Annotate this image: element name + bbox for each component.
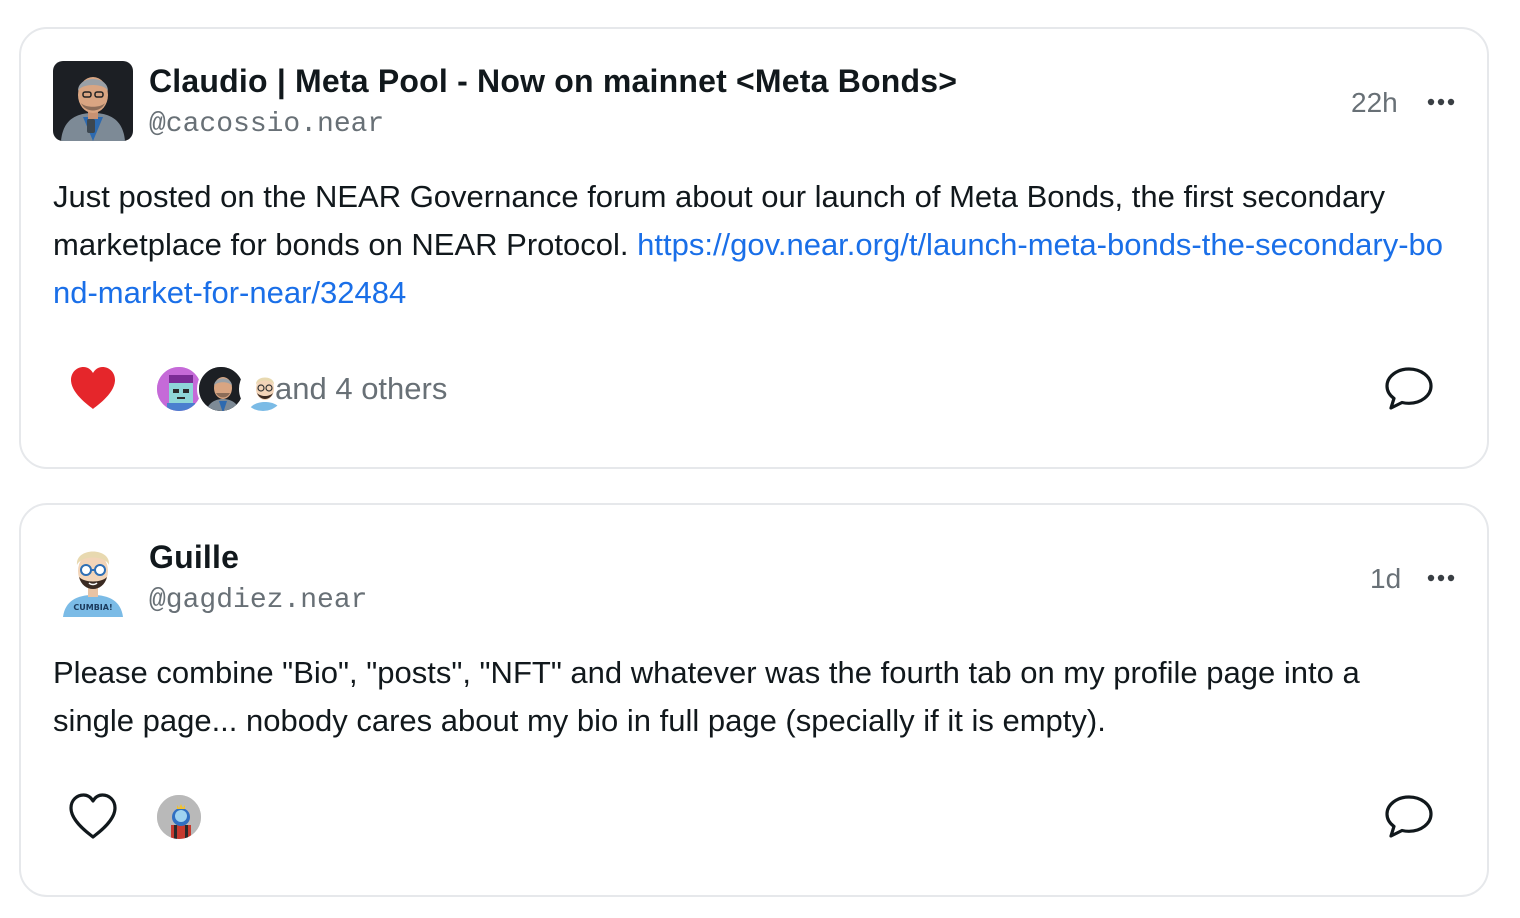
more-dots-icon[interactable] [1425,95,1457,107]
author-handle[interactable]: @gagdiez.near [149,585,367,616]
post-content: Please combine "Bio", "posts", "NFT" and… [53,649,1443,745]
author-name[interactable]: Guille [149,539,239,576]
post-feed: Claudio | Meta Pool - Now on mainnet <Me… [0,0,1520,918]
post-actions [53,789,1453,845]
svg-text:CUMBIA!: CUMBIA! [73,603,112,612]
comment-bubble-icon[interactable] [1383,363,1435,415]
liker-avatar[interactable] [197,365,245,413]
author-handle[interactable]: @cacossio.near [149,109,384,140]
post-content: Just posted on the NEAR Governance forum… [53,173,1443,317]
author-avatar[interactable] [53,61,133,141]
post-timestamp[interactable]: 22h [1351,87,1398,119]
author-avatar[interactable]: CUMBIA! [53,537,133,617]
liker-avatar[interactable] [155,365,203,413]
heart-filled-icon[interactable] [67,363,119,415]
post-timestamp[interactable]: 1d [1370,563,1401,595]
post-text: Please combine "Bio", "posts", "NFT" and… [53,655,1360,738]
post-actions: and 4 others [53,361,1453,417]
author-name[interactable]: Claudio | Meta Pool - Now on mainnet <Me… [149,63,957,100]
likers-count-text[interactable]: and 4 others [275,371,447,407]
comment-bubble-icon[interactable] [1383,791,1435,843]
liker-avatar[interactable] [155,793,203,841]
more-dots-icon[interactable] [1425,571,1457,583]
post-card: Claudio | Meta Pool - Now on mainnet <Me… [19,27,1489,469]
heart-outline-icon[interactable] [67,791,119,843]
post-card: CUMBIA! Guille @gagdiez.near 1d Please c… [19,503,1489,897]
